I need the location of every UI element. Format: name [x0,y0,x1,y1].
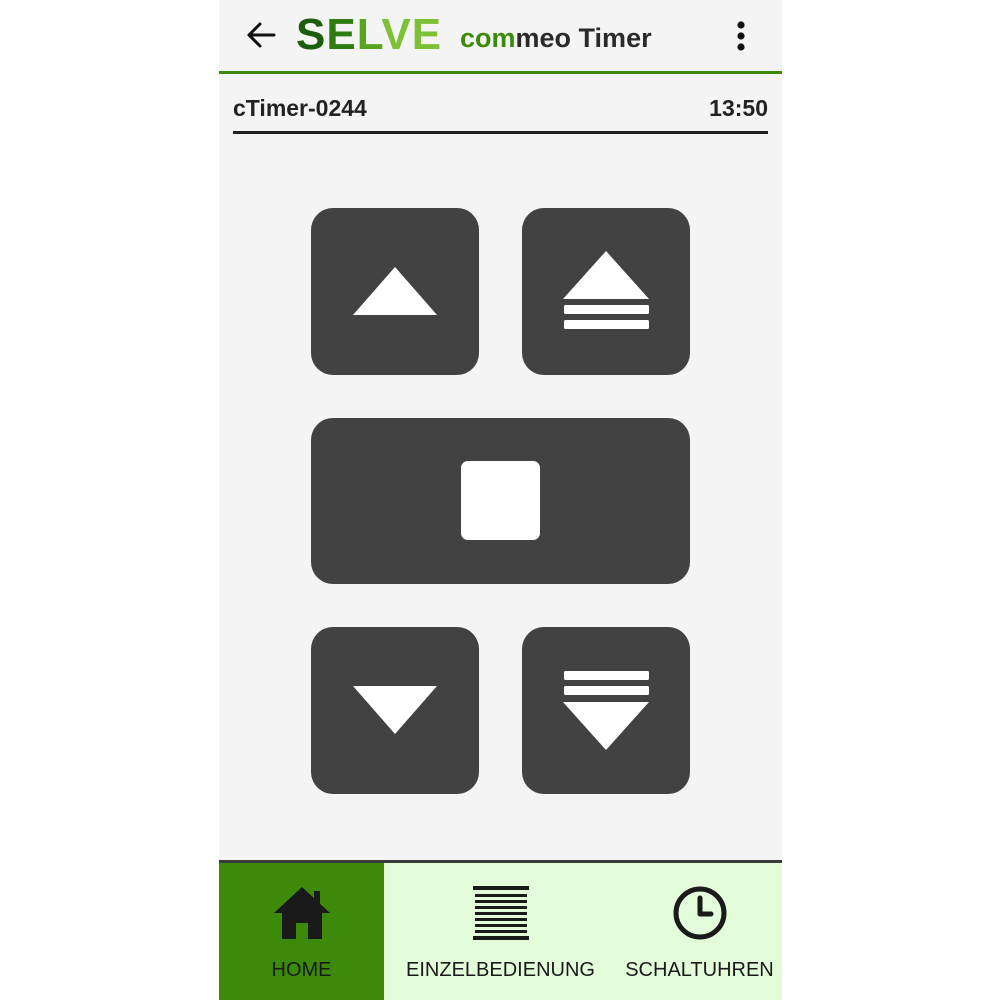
app-title-suffix: meo Timer [515,23,652,53]
more-vert-icon [737,21,745,51]
bottom-navigation: HOME EINZELBEDIENUNG SCHALTUHREN [219,860,782,1000]
back-button[interactable] [241,15,281,55]
up-end-position-button[interactable] [522,208,690,375]
blinds-icon [472,886,529,940]
nav-tab-home-label: HOME [271,959,332,981]
nav-tab-timers-label: SCHALTUHREN [625,959,774,981]
triangle-up-icon [353,267,437,315]
nav-tab-timers[interactable]: SCHALTUHREN [617,863,782,1000]
logo-letter: S [296,10,327,59]
overflow-menu-button[interactable] [723,14,759,58]
device-time: 13:50 [709,95,768,121]
lines-triangle-down-icon [563,671,649,750]
nav-tab-single-control-label: EINZELBEDIENUNG [406,959,595,981]
down-button[interactable] [311,627,479,794]
nav-tab-home[interactable]: HOME [219,863,384,1000]
app-title: commeo Timer [460,22,652,54]
app-screen: SELVE commeo Timer cTimer-0244 13:50 HOM… [219,0,782,1000]
clock-icon [673,886,726,940]
house-icon [273,887,330,939]
logo-letter: E [326,10,357,59]
triangle-up-lines-icon [563,251,649,329]
square-stop-icon [461,461,540,540]
app-title-prefix: com [460,23,516,53]
up-button[interactable] [311,208,479,375]
arrow-left-icon [247,22,276,48]
device-name: cTimer-0244 [233,95,367,121]
down-end-position-button[interactable] [522,627,690,794]
device-row: cTimer-0244 13:50 [233,93,768,134]
logo-letter: E [411,10,443,59]
app-bar: SELVE commeo Timer [219,0,782,74]
selve-logo: SELVE [296,12,442,58]
triangle-down-icon [353,686,437,734]
logo-letter: V [381,10,412,59]
nav-tab-single-control[interactable]: EINZELBEDIENUNG [384,863,617,1000]
stop-button[interactable] [311,418,690,584]
logo-letter: L [356,10,382,59]
